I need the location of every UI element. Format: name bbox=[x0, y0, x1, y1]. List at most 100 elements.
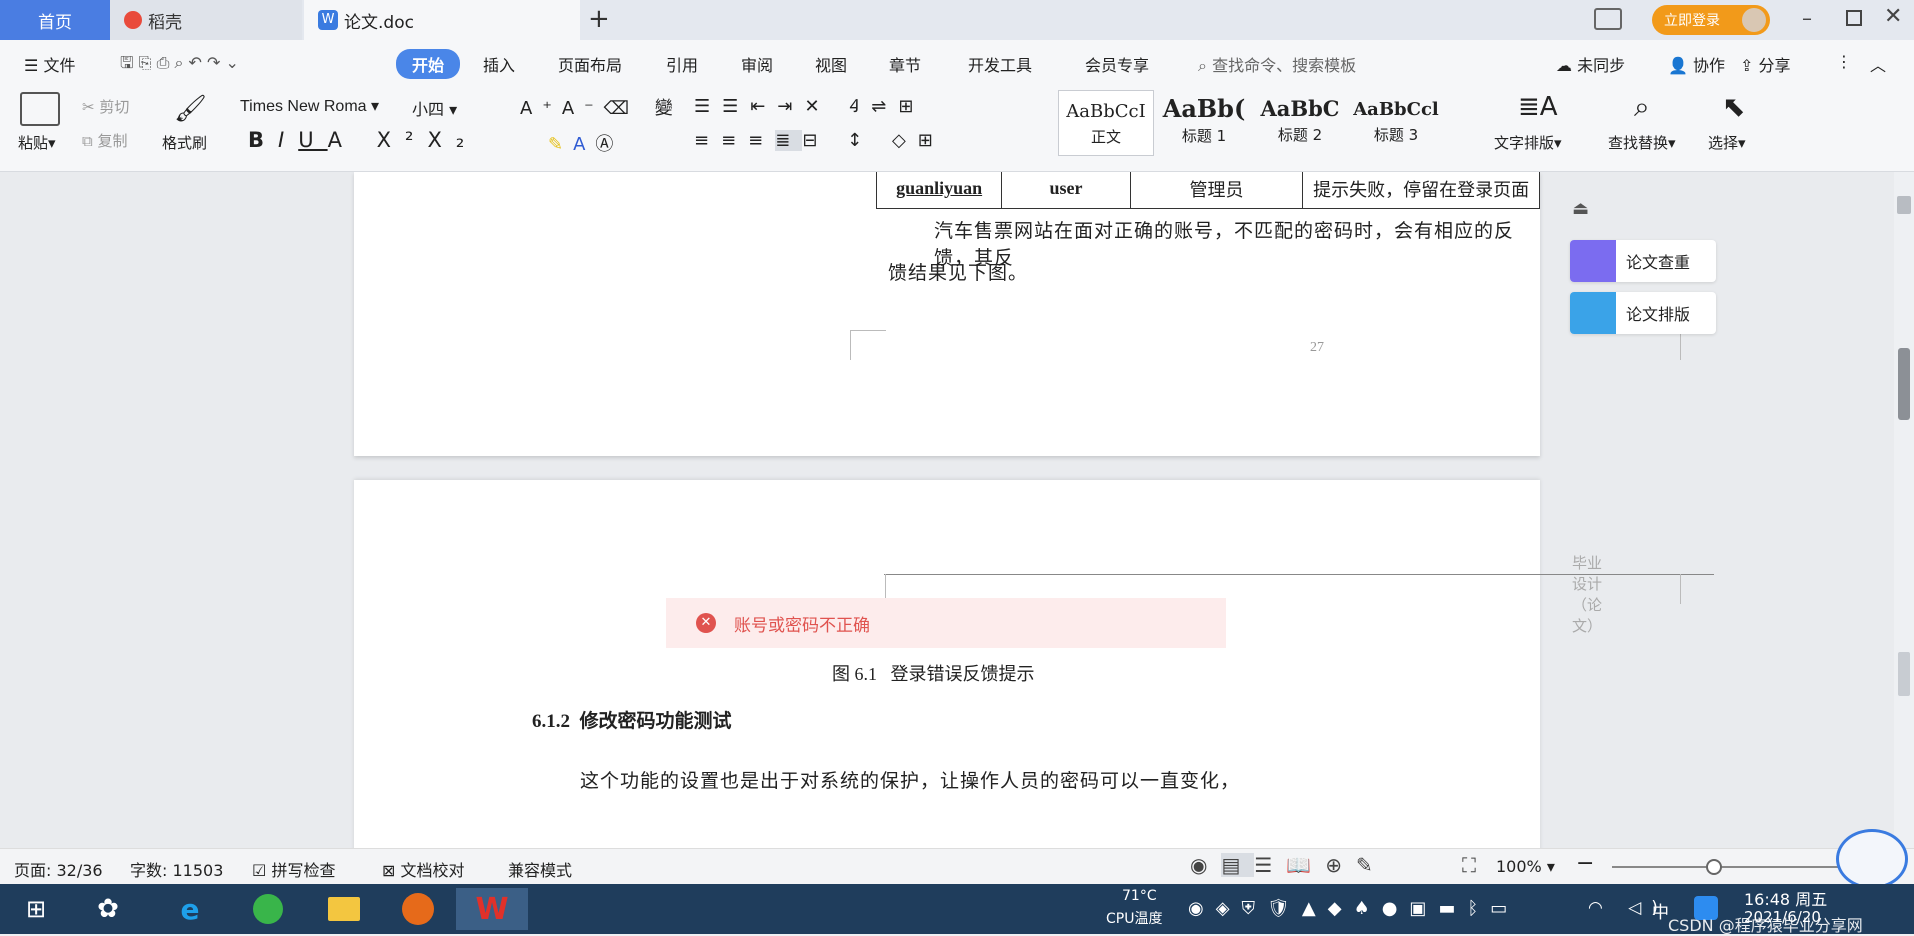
zoom-select[interactable]: 100% ▾ bbox=[1496, 857, 1555, 876]
scroll-thumb[interactable] bbox=[1898, 348, 1910, 420]
compat-mode: 兼容模式 bbox=[508, 861, 573, 880]
login-button[interactable]: 立即登录 bbox=[1652, 5, 1770, 35]
select-button[interactable]: 选择▾ bbox=[1708, 132, 1746, 153]
text-format-icons[interactable]: BIUA X²X₂ bbox=[248, 128, 478, 152]
alignment-icons[interactable]: ≡≡≡≣⊟ ↕ ◇⊞ bbox=[694, 130, 945, 151]
view-mode-icons[interactable]: ◉▤☰📖⊕✎ bbox=[1190, 853, 1387, 877]
tab-insert-label: 插入 bbox=[483, 56, 516, 75]
highlight-color-icons[interactable]: ✎AⒶ bbox=[548, 130, 623, 156]
file-menu[interactable]: ☰ 文件 bbox=[24, 52, 75, 76]
page-count[interactable]: 页面: 32/36 bbox=[14, 857, 103, 881]
page-27[interactable]: guanliyuan user 管理员 提示失败，停留在登录页面 汽车售票网站在… bbox=[354, 172, 1681, 456]
tab-developer[interactable]: 开发工具 bbox=[968, 52, 1032, 76]
status-bar: 页面: 32/36 字数: 11503 ☑ 拼写检查 ⊠ 文档校对 兼容模式 ◉… bbox=[0, 829, 1914, 889]
search-app-icon[interactable]: ✿ bbox=[80, 888, 136, 930]
section-heading: 6.1.2 修改密码功能测试 bbox=[532, 711, 732, 732]
file-explorer-icon[interactable] bbox=[316, 888, 372, 930]
text-layout-button[interactable]: 文字排版▾ bbox=[1494, 132, 1562, 153]
tab-chapter[interactable]: 章节 bbox=[889, 52, 921, 76]
sync-status[interactable]: ☁ 未同步 bbox=[1556, 52, 1625, 76]
style-heading1[interactable]: AaBb( 标题 1 bbox=[1156, 90, 1252, 156]
proofread-button[interactable]: ⊠ 文档校对 bbox=[382, 857, 465, 881]
menu-bar: ☰ 文件 🖫 ⎘ ⎙ ⌕ ↶ ↷ ⌄ 开始 插入 页面布局 引用 审阅 视图 章… bbox=[0, 40, 1914, 88]
more-icon[interactable]: ⋮ bbox=[1836, 52, 1852, 71]
tab-document[interactable]: W 论文.doc bbox=[304, 0, 580, 40]
media-app-icon[interactable] bbox=[390, 888, 446, 930]
paste-icon[interactable] bbox=[20, 92, 60, 126]
layout-icon[interactable] bbox=[1594, 8, 1622, 30]
zoom-slider-handle[interactable] bbox=[1706, 859, 1722, 875]
tab-member[interactable]: 会员专享 bbox=[1085, 52, 1149, 76]
text-layout-label: 文字排版 bbox=[1494, 134, 1555, 152]
daoke-icon bbox=[124, 11, 142, 29]
copy-button[interactable]: ⧉ 复制 bbox=[82, 130, 128, 151]
person-icon: 👤 bbox=[1668, 56, 1688, 75]
restore-icon[interactable] bbox=[1846, 10, 1862, 26]
close-icon[interactable]: ✕ bbox=[1884, 4, 1902, 29]
tab-reference[interactable]: 引用 bbox=[666, 52, 698, 76]
browser-icon[interactable] bbox=[240, 888, 296, 930]
font-size-select[interactable]: 小四 ▾ bbox=[412, 96, 502, 120]
tab-view[interactable]: 视图 bbox=[815, 52, 847, 76]
cut-button[interactable]: ✂ 剪切 bbox=[82, 96, 129, 117]
clock-time[interactable]: 16:48 周五 bbox=[1744, 886, 1827, 910]
collapse-ribbon-icon[interactable]: ︿ bbox=[1870, 52, 1886, 76]
page-28[interactable]: 毕业设计（论文） ✕ 账号或密码不正确 图 6.1 登录错误反馈提示 6.1.2… bbox=[354, 480, 1714, 848]
zoom-slider[interactable] bbox=[1612, 859, 1852, 875]
login-label: 立即登录 bbox=[1664, 13, 1720, 29]
new-tab-button[interactable]: + bbox=[588, 4, 610, 34]
style-heading3[interactable]: AaBbCcl 标题 3 bbox=[1348, 90, 1444, 156]
command-search[interactable]: ⌕ 查找命令、搜索模板 bbox=[1198, 52, 1356, 76]
tab-insert[interactable]: 插入 bbox=[483, 52, 515, 76]
tab-home-label: 首页 bbox=[38, 12, 72, 33]
tab-review[interactable]: 审阅 bbox=[741, 52, 773, 76]
fit-page-icon[interactable]: ⛶ bbox=[1462, 853, 1476, 877]
wps-writer-icon: W bbox=[318, 10, 338, 30]
body-paragraph-continued: 馈结果见下图。 bbox=[888, 263, 1029, 284]
share-button[interactable]: ⇪ 分享 bbox=[1740, 52, 1791, 76]
panel-collapse-icon[interactable]: ⏏ bbox=[1572, 198, 1589, 219]
tab-daoke[interactable]: 稻壳 bbox=[110, 0, 302, 40]
format-painter-button[interactable]: 格式刷 bbox=[162, 132, 207, 153]
paper-check-button[interactable]: 论文查重 bbox=[1570, 240, 1716, 282]
style-normal[interactable]: AaBbCcI 正文 bbox=[1058, 90, 1154, 156]
style-heading3-name: 标题 3 bbox=[1373, 126, 1419, 144]
scissors-icon: ✂ bbox=[82, 98, 95, 116]
word-count[interactable]: 字数: 11503 bbox=[130, 857, 223, 881]
assistant-bubble[interactable] bbox=[1836, 829, 1908, 889]
wps-icon: W bbox=[475, 891, 509, 927]
find-replace-label: 查找替换 bbox=[1608, 134, 1669, 152]
vertical-scrollbar[interactable] bbox=[1894, 172, 1914, 848]
tab-bar: 首页 稻壳 W 论文.doc + 立即登录 – ✕ bbox=[0, 0, 1914, 40]
tab-page-layout-label: 页面布局 bbox=[558, 56, 623, 75]
tab-review-label: 审阅 bbox=[741, 56, 774, 75]
text-layout-icon: ≣A bbox=[1518, 92, 1558, 122]
wps-taskbar-icon[interactable]: W bbox=[456, 888, 528, 930]
share-icon: ⇪ bbox=[1740, 56, 1754, 75]
find-replace-button[interactable]: 查找替换▾ bbox=[1608, 132, 1676, 153]
collab-button[interactable]: 👤 协作 bbox=[1668, 52, 1725, 76]
windows-start-icon[interactable]: ⊞ bbox=[8, 888, 64, 930]
table-cell: 提示失败，停留在登录页面 bbox=[1302, 172, 1540, 209]
tab-page-layout[interactable]: 页面布局 bbox=[558, 52, 622, 76]
tab-daoke-label: 稻壳 bbox=[148, 12, 182, 33]
minimize-icon[interactable]: – bbox=[1802, 6, 1812, 30]
tab-home[interactable]: 首页 bbox=[0, 0, 110, 40]
folder-icon bbox=[328, 897, 360, 921]
style-heading2[interactable]: AaBbC 标题 2 bbox=[1252, 90, 1348, 156]
ime-indicator[interactable]: 中 bbox=[1652, 898, 1669, 923]
ie-icon[interactable]: e bbox=[162, 888, 218, 930]
quick-access-icons[interactable]: 🖫 ⎘ ⎙ ⌕ ↶ ↷ ⌄ bbox=[120, 52, 239, 79]
list-indent-icons[interactable]: ☰☰⇤⇥✕ Ꜭ⇌⊞ bbox=[694, 94, 925, 118]
font-size-grow-shrink-icons[interactable]: A⁺A⁻⌫ 變 bbox=[520, 94, 683, 120]
tray-icons[interactable]: ◉◈⛨🛡▲◆♠●▣▬ᛒ▭ bbox=[1188, 898, 1519, 919]
tab-start[interactable]: 开始 bbox=[396, 49, 461, 79]
font-name-select[interactable]: Times New Roma ▾ bbox=[240, 96, 406, 116]
paper-layout-label: 论文排版 bbox=[1626, 305, 1691, 324]
proofread-icon: ⊠ bbox=[382, 861, 396, 880]
spell-check-button[interactable]: ☑ 拼写检查 bbox=[252, 857, 335, 881]
paper-layout-button[interactable]: 论文排版 bbox=[1570, 292, 1716, 334]
paste-button[interactable]: 粘贴▾ bbox=[18, 132, 56, 153]
zoom-out-button[interactable]: − bbox=[1576, 851, 1594, 876]
scroll-thumb-small[interactable] bbox=[1897, 196, 1911, 214]
